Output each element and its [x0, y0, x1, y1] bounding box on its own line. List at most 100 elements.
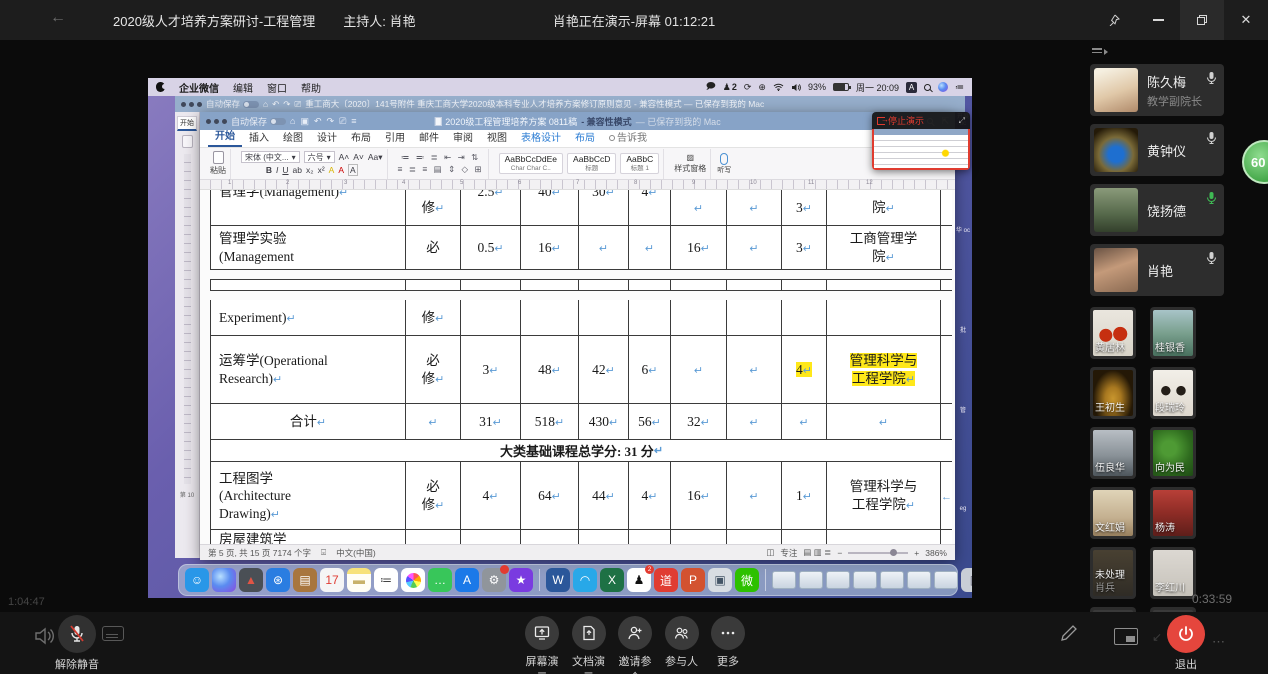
dock-icon-calendar[interactable]: 17	[320, 568, 344, 592]
dock-icon-trash[interactable]: ▯	[961, 568, 972, 592]
style-pane-button[interactable]: ▨ 样式窗格	[670, 149, 711, 179]
ribbon-tab-7[interactable]: 邮件	[412, 127, 446, 147]
close-button[interactable]: ✕	[1224, 0, 1268, 40]
ribbon-tab-10[interactable]: 表格设计	[514, 127, 568, 147]
back-button[interactable]: ←	[50, 9, 66, 27]
ribbon-tab-2[interactable]: 插入	[242, 127, 276, 147]
minimized-window-thumbnail[interactable]	[853, 571, 877, 589]
dock-icon-notes[interactable]: ▬	[347, 568, 371, 592]
zoom-slider[interactable]	[848, 552, 908, 554]
focus-label[interactable]: 专注	[780, 547, 797, 559]
volume-icon[interactable]	[791, 83, 801, 92]
home-icon[interactable]: ⌂	[263, 99, 268, 109]
zoom-level[interactable]: 386%	[925, 548, 947, 558]
dock-icon-settings[interactable]: ⚙	[482, 568, 506, 592]
participant-tile[interactable]: 王初生	[1090, 367, 1136, 419]
menu-window[interactable]: 窗口	[267, 80, 287, 95]
traffic-lights[interactable]	[181, 102, 202, 107]
change-case-icon[interactable]: Aa▾	[368, 152, 383, 163]
dock-icon-qq[interactable]: ♟2	[627, 568, 651, 592]
paste-button[interactable]: 粘贴	[206, 149, 231, 179]
word-titlebar[interactable]: 自动保存 ⌂ ▣ ↶ ↷ ⎚ ≡ 2020级工程管理培养方案 0811稿 - 兼…	[200, 112, 955, 130]
floating-badge[interactable]: 60	[1242, 140, 1268, 184]
print-icon[interactable]: ⎚	[294, 99, 301, 110]
ribbon-tab-12[interactable]: 告诉我	[602, 127, 654, 147]
mute-toggle-button[interactable]	[58, 615, 96, 653]
minimized-window-thumbnail[interactable]	[934, 571, 958, 589]
minimized-window-thumbnail[interactable]	[880, 571, 904, 589]
pip-view-icon[interactable]	[1114, 628, 1138, 645]
style-card-2[interactable]: AaBbCcD标题	[567, 153, 616, 173]
menubar-clock[interactable]: 周一 20:09	[856, 81, 899, 94]
redo-icon[interactable]: ↷	[327, 116, 335, 127]
view-icons[interactable]: ▤ ▥ ≣	[803, 547, 831, 558]
dock-icon-launchpad[interactable]: ▲	[239, 568, 263, 592]
pin-icon[interactable]	[1092, 0, 1136, 40]
ribbon-tab-5[interactable]: 布局	[344, 127, 378, 147]
participant-tile[interactable]: 伍良华	[1090, 427, 1136, 479]
siri-icon[interactable]	[938, 82, 948, 92]
minimized-window-thumbnail[interactable]	[907, 571, 931, 589]
participant-tile[interactable]: 文红娟	[1090, 487, 1136, 539]
dock-icon-app-store[interactable]: A	[455, 568, 479, 592]
speaker-icon[interactable]	[34, 626, 56, 651]
participant-card[interactable]: 黄钟仪	[1090, 124, 1224, 176]
participant-tile[interactable]: 桂银香	[1150, 307, 1196, 359]
autosave-toggle[interactable]	[243, 101, 259, 108]
participant-tile[interactable]: 段瑞玲	[1150, 367, 1196, 419]
dock-icon-preview[interactable]: ▣	[708, 568, 732, 592]
participant-tile[interactable]: 杨涛	[1150, 487, 1196, 539]
expand-icon[interactable]: ⤢	[959, 116, 965, 126]
leave-meeting-button[interactable]	[1167, 615, 1205, 653]
minimize-button[interactable]	[1136, 0, 1180, 40]
stop-presenting-panel[interactable]: 停止演示 ⤢	[872, 112, 970, 170]
ribbon-tab-3[interactable]: 绘图	[276, 127, 310, 147]
participant-tile[interactable]: 黄居林	[1090, 307, 1136, 359]
home-icon[interactable]: ⌂	[290, 116, 295, 126]
dictate-button[interactable]: 听写	[717, 153, 731, 175]
back-paste-icon[interactable]	[182, 135, 193, 148]
document-canvas[interactable]: 管理学(Management)↵修↵2.5↵40↵30↵4↵↵↵3↵院↵管理学实…	[200, 190, 955, 544]
dock-icon-word[interactable]: W	[546, 568, 570, 592]
paragraph-group[interactable]: ≔ ≕ ≣ ⇤ ⇥ ⇅ ≡ ≣ ≡ ▤ ⇕ ◇ ⊞	[394, 149, 489, 179]
participant-tile[interactable]: 李红川	[1150, 547, 1196, 599]
stop-presenting-label[interactable]: 停止演示	[888, 114, 924, 127]
dock-icon-powerpoint[interactable]: P	[681, 568, 705, 592]
minimized-window-thumbnail[interactable]	[826, 571, 850, 589]
dock-icon-youdao[interactable]: 道	[654, 568, 678, 592]
shrink-font-icon[interactable]: A˅	[353, 152, 364, 162]
minimized-window-thumbnail[interactable]	[799, 571, 823, 589]
page-word-count[interactable]: 第 5 页, 共 15 页 7174 个字	[208, 547, 311, 559]
unmute-label[interactable]: 解除静音	[39, 656, 115, 672]
font-size-select[interactable]: 六号 ▾	[304, 151, 335, 163]
background-word-window[interactable]: 自动保存 ⌂ ↶ ↷ ⎚ 重工商大〔2020〕141号附件 重庆工商大学2020…	[175, 96, 965, 112]
menu-edit[interactable]: 编辑	[233, 80, 253, 95]
overflow-dots-icon[interactable]: ⋯	[1212, 634, 1226, 650]
ribbon-tab-9[interactable]: 视图	[480, 127, 514, 147]
traffic-lights[interactable]	[206, 119, 227, 124]
autosave-toggle[interactable]	[270, 118, 286, 125]
caption-icon[interactable]	[102, 626, 124, 641]
dock-icon-siri[interactable]	[212, 568, 236, 592]
participant-card[interactable]: 饶扬德	[1090, 184, 1224, 236]
invite-button[interactable]: 邀请参会	[614, 616, 656, 674]
ribbon-tab-8[interactable]: 审阅	[446, 127, 480, 147]
notification-center-icon[interactable]: ≔	[955, 82, 964, 93]
wechat-tray-icon[interactable]: 🗩	[706, 79, 716, 95]
doc-share-button[interactable]: 文档演示	[568, 616, 610, 674]
restore-button[interactable]	[1180, 0, 1224, 40]
spotlight-icon[interactable]	[924, 84, 931, 91]
crosshair-tray-icon[interactable]: ⊕	[758, 82, 766, 93]
zoom-out-icon[interactable]: −	[837, 548, 842, 558]
undo-icon[interactable]: ↶	[272, 99, 279, 110]
ribbon-tab-6[interactable]: 引用	[378, 127, 412, 147]
dock-icon-excel[interactable]: X	[600, 568, 624, 592]
dock-icon-photos[interactable]	[401, 568, 425, 592]
dock-icon-imovie[interactable]: ★	[509, 568, 533, 592]
ribbon-tab-4[interactable]: 设计	[310, 127, 344, 147]
participant-tile[interactable]: 未处理肖兵	[1090, 547, 1136, 599]
language-label[interactable]: 中文(中国)	[336, 547, 376, 559]
redo-icon[interactable]: ↷	[283, 99, 290, 110]
wifi-icon[interactable]	[773, 83, 784, 91]
dock-icon-reminders[interactable]: ≔	[374, 568, 398, 592]
